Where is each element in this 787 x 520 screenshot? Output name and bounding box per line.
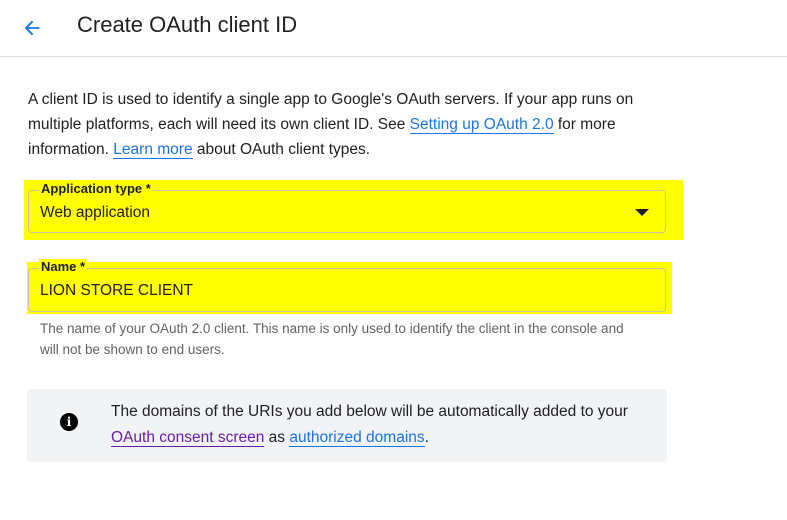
intro-text-3: about OAuth client types. <box>192 141 371 158</box>
name-label: Name * <box>39 259 88 275</box>
oauth-consent-screen-link[interactable]: OAuth consent screen <box>111 429 265 447</box>
arrow-left-icon <box>24 20 40 36</box>
info-text-3: . <box>424 429 429 446</box>
dropdown-arrow-icon[interactable] <box>635 209 649 216</box>
intro-paragraph: A client ID is used to identify a single… <box>28 87 668 162</box>
info-icon: i <box>60 413 78 431</box>
info-text-1: The domains of the URIs you add below wi… <box>111 403 628 420</box>
info-text-2: as <box>264 429 290 446</box>
authorized-domains-link[interactable]: authorized domains <box>289 429 425 447</box>
name-field[interactable]: Name * LION STORE CLIENT <box>28 259 666 312</box>
application-type-label: Application type * <box>39 181 153 197</box>
info-box: i The domains of the URIs you add below … <box>27 389 667 462</box>
back-button[interactable] <box>14 10 50 46</box>
page-title: Create OAuth client ID <box>77 12 298 37</box>
setting-up-oauth-link[interactable]: Setting up OAuth 2.0 <box>409 116 554 134</box>
name-value[interactable]: LION STORE CLIENT <box>40 281 193 301</box>
page-header: Create OAuth client ID <box>0 0 787 57</box>
name-helper-text: The name of your OAuth 2.0 client. This … <box>40 321 624 357</box>
application-type-value: Web application <box>40 204 151 221</box>
learn-more-link[interactable]: Learn more <box>113 141 193 159</box>
application-type-select[interactable]: Application type * Web application <box>28 181 666 233</box>
info-text: The domains of the URIs you add below wi… <box>111 399 651 451</box>
